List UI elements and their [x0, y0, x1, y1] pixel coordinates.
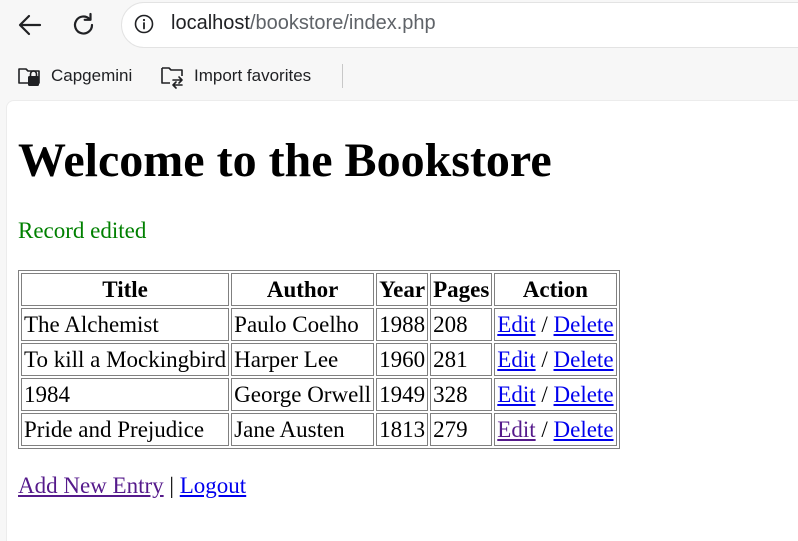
url-host: localhost	[171, 12, 250, 34]
delete-link[interactable]: Delete	[554, 417, 614, 442]
favorite-capgemini[interactable]: Capgemini	[17, 63, 132, 89]
column-header-title: Title	[21, 273, 230, 306]
cell-action: Edit / Delete	[494, 308, 617, 341]
favorites-bar: Capgemini Import favorites	[0, 55, 798, 97]
favorites-divider	[342, 64, 343, 88]
favorite-label: Import favorites	[194, 66, 312, 85]
back-arrow-icon	[18, 14, 42, 36]
cell-title: To kill a Mockingbird	[21, 343, 230, 376]
cell-author: Jane Austen	[231, 413, 375, 446]
delete-link[interactable]: Delete	[554, 382, 614, 407]
delete-link[interactable]: Delete	[554, 347, 614, 372]
cell-pages: 328	[430, 378, 493, 411]
column-header-pages: Pages	[430, 273, 493, 306]
column-header-action: Action	[494, 273, 617, 306]
reload-button[interactable]	[68, 9, 100, 41]
link-separator: |	[169, 473, 174, 498]
folder-import-icon	[161, 67, 183, 89]
cell-author: Harper Lee	[231, 343, 375, 376]
action-separator: /	[541, 416, 548, 442]
table-header-row: Title Author Year Pages Action	[21, 273, 617, 306]
delete-link[interactable]: Delete	[554, 312, 614, 337]
cell-title: 1984	[21, 378, 230, 411]
cell-action: Edit / Delete	[494, 343, 617, 376]
table-row: The Alchemist Paulo Coelho 1988 208 Edit…	[21, 308, 617, 341]
folder-lock-icon	[18, 68, 40, 86]
add-new-entry-link[interactable]: Add New Entry	[18, 473, 164, 498]
favorite-label: Capgemini	[51, 66, 133, 85]
cell-author: George Orwell	[231, 378, 375, 411]
cell-pages: 281	[430, 343, 493, 376]
table-row: Pride and Prejudice Jane Austen 1813 279…	[21, 413, 617, 446]
table-row: 1984 George Orwell 1949 328 Edit / Delet…	[21, 378, 617, 411]
cell-year: 1949	[376, 378, 429, 411]
cell-year: 1988	[376, 308, 429, 341]
edit-link[interactable]: Edit	[497, 382, 535, 407]
browser-toolbar: localhost/bookstore/index.php	[0, 0, 798, 52]
edit-link[interactable]: Edit	[497, 347, 535, 372]
page-title: Welcome to the Bookstore	[18, 134, 552, 187]
cell-pages: 279	[430, 413, 493, 446]
cell-title: Pride and Prejudice	[21, 413, 230, 446]
logout-link[interactable]: Logout	[180, 473, 246, 498]
cell-year: 1960	[376, 343, 429, 376]
url-text[interactable]: localhost/bookstore/index.php	[171, 12, 436, 35]
url-path: /bookstore/index.php	[249, 12, 436, 34]
cell-action: Edit / Delete	[494, 378, 617, 411]
books-table: Title Author Year Pages Action The Alche…	[18, 270, 620, 449]
page-links: Add New Entry | Logout	[18, 473, 246, 499]
action-separator: /	[541, 311, 548, 337]
cell-action: Edit / Delete	[494, 413, 617, 446]
edit-link[interactable]: Edit	[497, 417, 535, 442]
info-icon[interactable]	[134, 14, 154, 34]
cell-year: 1813	[376, 413, 429, 446]
table-row: To kill a Mockingbird Harper Lee 1960 28…	[21, 343, 617, 376]
back-button[interactable]	[14, 9, 46, 41]
status-message: Record edited	[18, 218, 147, 243]
action-separator: /	[541, 381, 548, 407]
reload-icon	[73, 12, 94, 35]
cell-title: The Alchemist	[21, 308, 230, 341]
column-header-year: Year	[376, 273, 429, 306]
cell-author: Paulo Coelho	[231, 308, 375, 341]
favorite-import[interactable]: Import favorites	[160, 63, 311, 89]
cell-pages: 208	[430, 308, 493, 341]
action-separator: /	[541, 346, 548, 372]
edit-link[interactable]: Edit	[497, 312, 535, 337]
column-header-author: Author	[231, 273, 375, 306]
